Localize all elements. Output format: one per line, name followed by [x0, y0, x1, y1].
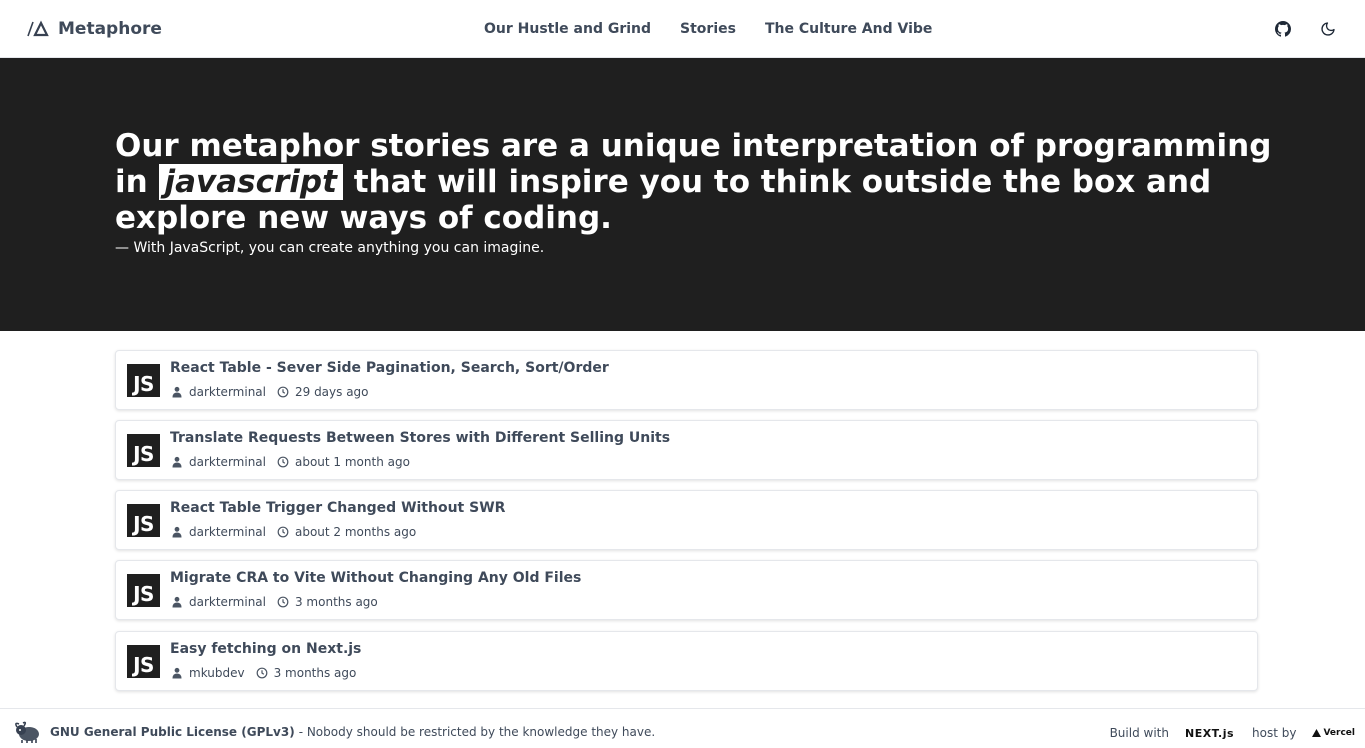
story-time: about 1 month ago: [294, 455, 410, 469]
site-footer: GNU General Public License (GPLv3) - Nob…: [0, 708, 1365, 748]
clock-icon: [276, 525, 290, 539]
main-nav: Our Hustle and Grind Stories The Culture…: [484, 18, 961, 40]
vercel-logo-icon[interactable]: Vercel: [1312, 728, 1355, 738]
license-link[interactable]: GNU General Public License (GPLv3): [50, 725, 295, 739]
story-meta: darkterminal 3 months ago: [170, 594, 378, 610]
footer-license: GNU General Public License (GPLv3) - Nob…: [14, 721, 655, 743]
js-badge-icon: JS: [127, 364, 160, 397]
nextjs-logo-icon[interactable]: NEXT.js: [1185, 727, 1234, 740]
user-icon: [170, 385, 184, 399]
vercel-logo-text: Vercel: [1323, 728, 1355, 738]
footer-tagline: - Nobody should be restricted by the kno…: [298, 725, 656, 739]
story-card[interactable]: JS Easy fetching on Next.js mkubdev 3 mo…: [115, 631, 1258, 691]
story-title[interactable]: Migrate CRA to Vite Without Changing Any…: [170, 570, 581, 586]
nav-culture-and-vibe[interactable]: The Culture And Vibe: [765, 21, 932, 37]
story-author: darkterminal: [189, 595, 266, 609]
nav-stories[interactable]: Stories: [680, 21, 736, 37]
user-icon: [170, 666, 184, 680]
user-icon: [170, 595, 184, 609]
story-meta: darkterminal about 2 months ago: [170, 524, 416, 540]
story-time: 3 months ago: [294, 595, 378, 609]
story-time: about 2 months ago: [294, 525, 417, 539]
story-time: 3 months ago: [273, 666, 357, 680]
story-meta: darkterminal about 1 month ago: [170, 454, 410, 470]
story-time: 29 days ago: [294, 385, 369, 399]
host-by-label: host by: [1252, 726, 1297, 740]
story-title[interactable]: React Table Trigger Changed Without SWR: [170, 500, 505, 516]
js-badge-icon: JS: [127, 574, 160, 607]
user-icon: [170, 525, 184, 539]
user-icon: [170, 455, 184, 469]
gnu-icon: [15, 721, 39, 743]
story-author: darkterminal: [189, 455, 266, 469]
triangle-logo-icon: [27, 20, 49, 37]
story-meta: darkterminal 29 days ago: [170, 384, 369, 400]
clock-icon: [276, 455, 290, 469]
clock-icon: [276, 595, 290, 609]
hero-highlight: javascript: [158, 164, 343, 200]
story-title[interactable]: React Table - Sever Side Pagination, Sea…: [170, 360, 609, 376]
hero-section: Our metaphor stories are a unique interp…: [0, 58, 1365, 331]
js-badge-icon: JS: [127, 645, 160, 678]
brand-link[interactable]: Metaphore: [26, 16, 162, 42]
story-title[interactable]: Translate Requests Between Stores with D…: [170, 430, 670, 446]
story-card[interactable]: JS Migrate CRA to Vite Without Changing …: [115, 560, 1258, 620]
moon-icon[interactable]: [1316, 17, 1340, 41]
js-badge-icon: JS: [127, 504, 160, 537]
build-with-label: Build with: [1109, 726, 1169, 740]
hero-quote: — With JavaScript, you can create anythi…: [115, 240, 545, 256]
story-title[interactable]: Easy fetching on Next.js: [170, 641, 361, 657]
brand-name: Metaphore: [58, 19, 162, 39]
hero-headline: Our metaphor stories are a unique interp…: [115, 128, 1275, 236]
story-card[interactable]: JS React Table - Sever Side Pagination, …: [115, 350, 1258, 410]
github-icon[interactable]: [1271, 17, 1295, 41]
site-header: Metaphore Our Hustle and Grind Stories T…: [0, 0, 1365, 58]
clock-icon: [276, 385, 290, 399]
story-author: darkterminal: [189, 525, 266, 539]
footer-credits: Build with NEXT.js host by Vercel: [1110, 723, 1355, 743]
story-author: darkterminal: [189, 385, 266, 399]
story-card[interactable]: JS Translate Requests Between Stores wit…: [115, 420, 1258, 480]
nav-hustle-and-grind[interactable]: Our Hustle and Grind: [484, 21, 651, 37]
clock-icon: [255, 666, 269, 680]
story-meta: mkubdev 3 months ago: [170, 665, 356, 681]
story-card[interactable]: JS React Table Trigger Changed Without S…: [115, 490, 1258, 550]
js-badge-icon: JS: [127, 434, 160, 467]
story-author: mkubdev: [189, 666, 245, 680]
